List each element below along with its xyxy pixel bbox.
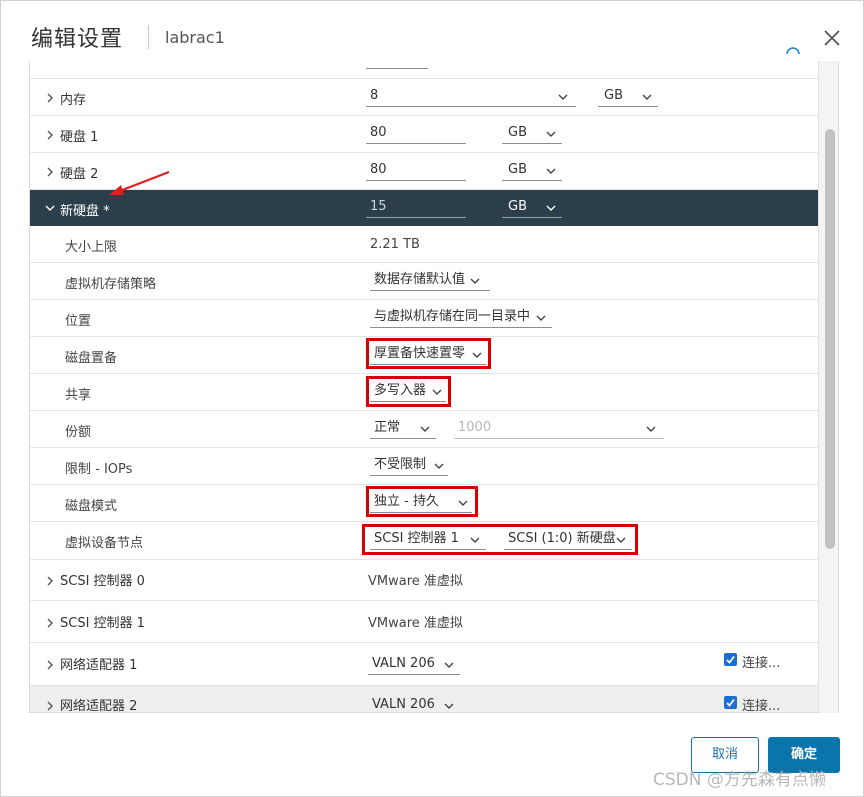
- row-label: 虚拟设备节点: [65, 536, 144, 551]
- chevron-down-icon: [536, 315, 546, 321]
- annotation-arrow-icon: [109, 170, 170, 195]
- row-label: 虚拟机存储策略: [65, 277, 157, 292]
- row-disk-provisioning: 磁盘置备 厚置备快速置零: [30, 337, 819, 374]
- network-1-select[interactable]: VALN 206: [368, 655, 460, 675]
- dialog-header: 编辑设置 labrac1: [1, 1, 863, 63]
- chevron-down-icon: [558, 94, 568, 100]
- shares-level-select[interactable]: 正常: [370, 419, 436, 439]
- chevron-down-icon: [546, 205, 556, 211]
- row-label: 共享: [65, 388, 92, 403]
- disk-1-size-input[interactable]: 80: [366, 124, 466, 144]
- row-max-size: 大小上限 2.21 TB: [30, 226, 819, 263]
- row-disk-1[interactable]: 硬盘 1 80 GB: [30, 116, 819, 153]
- chevron-right-icon[interactable]: [44, 92, 56, 104]
- row-storage-policy: 虚拟机存储策略 数据存储默认值: [30, 263, 819, 300]
- row-disk-mode: 磁盘模式 独立 - 持久: [30, 485, 819, 522]
- chevron-down-icon: [546, 168, 556, 174]
- row-label: 内存: [60, 93, 87, 108]
- row-network-adapter-1[interactable]: 网络适配器 1 VALN 206 连接...: [30, 643, 819, 686]
- disk-2-unit-select[interactable]: GB: [502, 161, 562, 181]
- network-2-select[interactable]: VALN 206: [368, 696, 460, 712]
- chevron-down-icon: [470, 278, 480, 284]
- row-label: 新硬盘 *: [60, 204, 110, 219]
- row-label: 位置: [65, 314, 92, 329]
- row-label: 大小上限: [65, 240, 118, 255]
- row-scsi-controller-1[interactable]: SCSI 控制器 1 VMware 准虚拟: [30, 601, 819, 643]
- scsi-1-type: VMware 准虚拟: [368, 616, 463, 631]
- chevron-right-icon[interactable]: [44, 575, 56, 587]
- scsi-0-type: VMware 准虚拟: [368, 574, 463, 589]
- help-icon[interactable]: [786, 47, 800, 61]
- connect-checkbox[interactable]: [724, 653, 737, 666]
- disk-2-size-input[interactable]: 80: [366, 161, 466, 181]
- chevron-right-icon[interactable]: [44, 129, 56, 141]
- edit-settings-dialog: 编辑设置 labrac1 内存 8 GB 硬盘 1 80 GB 硬盘 2 80 …: [0, 0, 864, 797]
- row-label: 硬盘 2: [60, 167, 99, 182]
- highlight-box: [366, 486, 478, 517]
- chevron-down-icon: [444, 662, 454, 668]
- chevron-down-icon: [434, 463, 444, 469]
- connect-label: 连接...: [742, 699, 781, 713]
- new-disk-unit-select[interactable]: GB: [502, 198, 562, 218]
- dialog-title: 编辑设置: [31, 27, 124, 52]
- row-label: SCSI 控制器 0: [60, 574, 145, 589]
- max-size-value: 2.21 TB: [370, 237, 420, 252]
- row-label: 份额: [65, 425, 92, 440]
- row-label: 网络适配器 1: [60, 658, 138, 673]
- row-label: 网络适配器 2: [60, 699, 138, 713]
- row-label: 硬盘 1: [60, 130, 99, 145]
- chevron-right-icon[interactable]: [44, 700, 56, 712]
- shares-number-input[interactable]: 1000: [454, 419, 664, 439]
- settings-list: 内存 8 GB 硬盘 1 80 GB 硬盘 2 80 GB 新硬盘 * 15 G…: [29, 61, 839, 713]
- new-disk-size-input[interactable]: 15: [366, 198, 466, 218]
- scroll-thumb[interactable]: [825, 129, 835, 549]
- row-label: SCSI 控制器 1: [60, 616, 145, 631]
- chevron-down-icon: [444, 703, 454, 709]
- vm-name: labrac1: [165, 28, 225, 47]
- row-label: 限制 - IOPs: [65, 462, 133, 477]
- row-virtual-device-node: 虚拟设备节点 SCSI 控制器 1 SCSI (1:0) 新硬盘: [30, 522, 819, 560]
- row-network-adapter-2[interactable]: 网络适配器 2 VALN 206 连接...: [30, 686, 819, 713]
- connect-checkbox[interactable]: [724, 696, 737, 709]
- memory-size-select[interactable]: 8: [366, 87, 576, 107]
- memory-unit-select[interactable]: GB: [598, 87, 658, 107]
- partial-field[interactable]: [366, 61, 428, 69]
- close-button[interactable]: [821, 27, 843, 49]
- chevron-right-icon[interactable]: [44, 659, 56, 671]
- chevron-down-icon: [646, 426, 656, 432]
- checkmark-icon: [726, 698, 735, 707]
- checkmark-icon: [726, 655, 735, 664]
- row-shares: 份额 正常 1000: [30, 411, 819, 448]
- row-label: 磁盘置备: [65, 351, 118, 366]
- chevron-down-icon: [642, 94, 652, 100]
- limit-iops-select[interactable]: 不受限制: [370, 456, 448, 476]
- connect-label: 连接...: [742, 656, 781, 671]
- row-limit-iops: 限制 - IOPs 不受限制: [30, 448, 819, 485]
- chevron-right-icon[interactable]: [44, 617, 56, 629]
- highlight-box: [366, 376, 451, 407]
- row-location: 位置 与虚拟机存储在同一目录中: [30, 300, 819, 337]
- row-sharing: 共享 多写入器: [30, 374, 819, 411]
- title-separator: [148, 25, 149, 49]
- row-scsi-controller-0[interactable]: SCSI 控制器 0 VMware 准虚拟: [30, 560, 819, 601]
- highlight-box: [366, 338, 491, 369]
- watermark: CSDN @方先森有点懒: [653, 770, 826, 790]
- close-icon: [824, 30, 840, 46]
- chevron-down-icon: [546, 131, 556, 137]
- disk-1-unit-select[interactable]: GB: [502, 124, 562, 144]
- scrollbar[interactable]: [818, 61, 838, 713]
- chevron-down-icon: [420, 426, 430, 432]
- list-item: [30, 61, 819, 79]
- storage-policy-select[interactable]: 数据存储默认值: [370, 271, 490, 291]
- row-memory[interactable]: 内存 8 GB: [30, 79, 819, 116]
- row-label: 磁盘模式: [65, 499, 118, 514]
- highlight-box: [362, 524, 638, 555]
- chevron-right-icon[interactable]: [44, 166, 56, 178]
- chevron-down-icon[interactable]: [44, 202, 56, 214]
- location-select[interactable]: 与虚拟机存储在同一目录中: [370, 308, 552, 328]
